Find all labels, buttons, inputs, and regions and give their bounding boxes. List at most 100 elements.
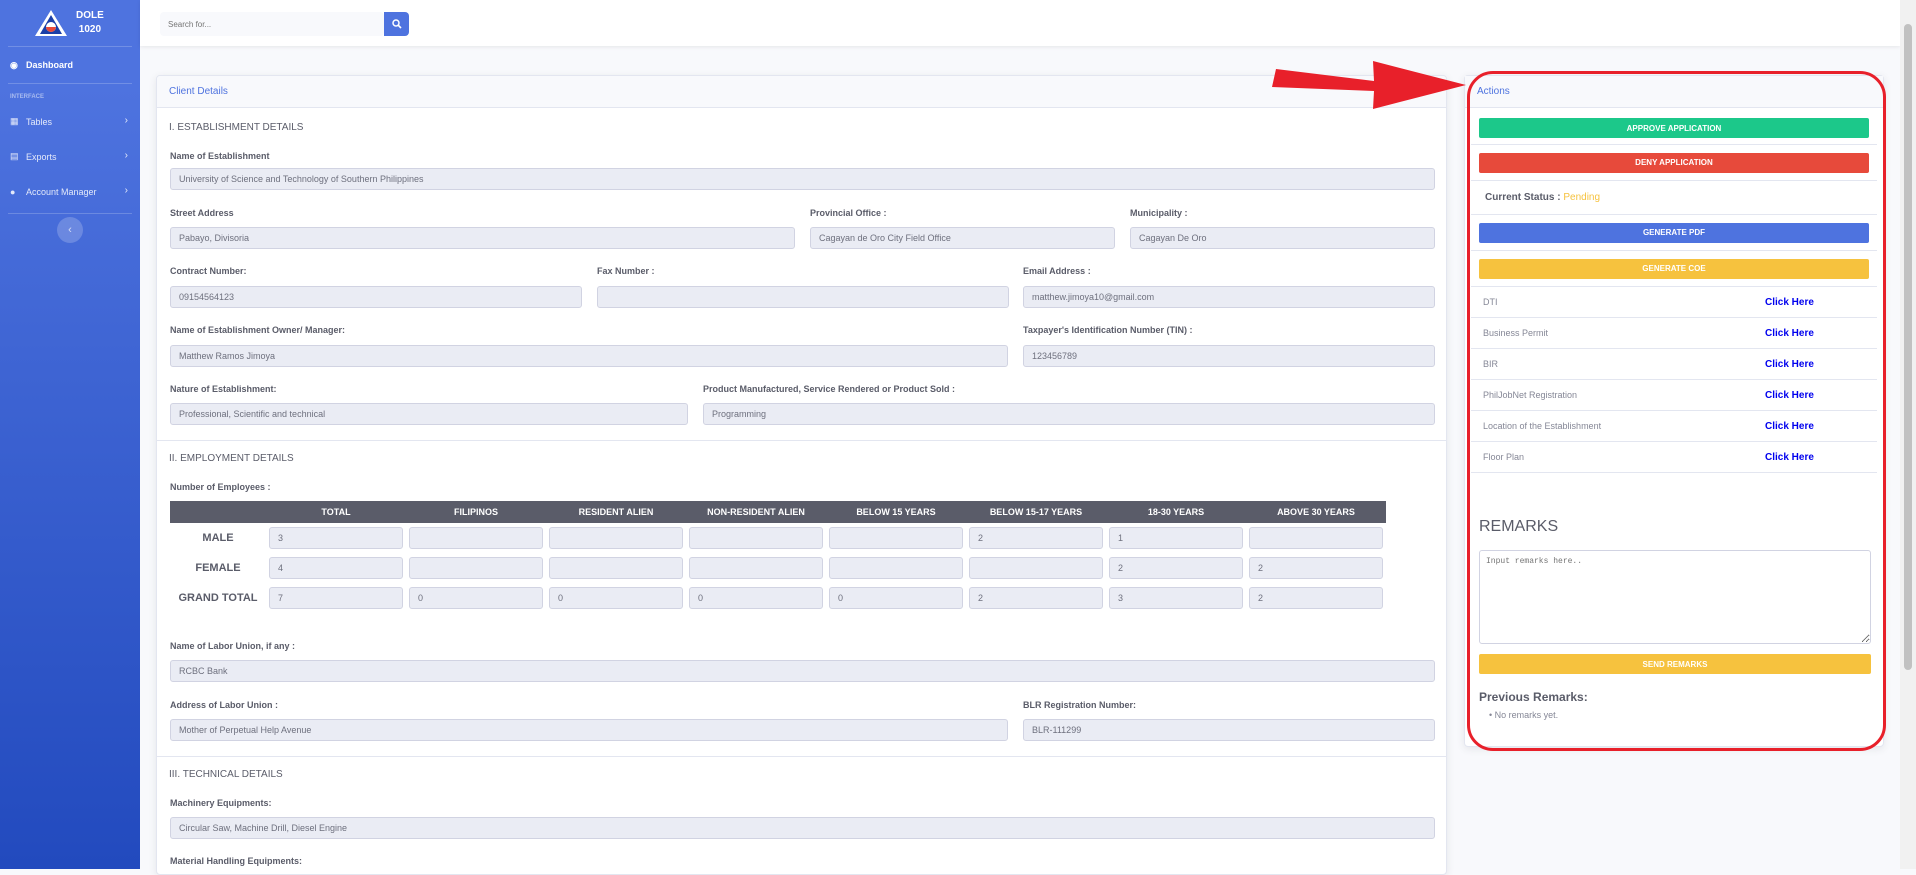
document-link[interactable]: Click Here bbox=[1765, 328, 1814, 339]
document-link[interactable]: Click Here bbox=[1765, 297, 1814, 308]
send-remarks-button[interactable]: SEND REMARKS bbox=[1479, 654, 1871, 674]
divider bbox=[157, 440, 1446, 441]
dole-logo-icon bbox=[35, 10, 67, 36]
previous-remarks-title: Previous Remarks: bbox=[1479, 690, 1588, 704]
fax-number-field[interactable] bbox=[597, 286, 1009, 308]
table-cell-input[interactable]: 2 bbox=[1109, 557, 1243, 579]
email-field[interactable]: matthew.jimoya10@gmail.com bbox=[1023, 286, 1435, 308]
search-button[interactable] bbox=[384, 12, 409, 36]
table-cell-input[interactable] bbox=[549, 527, 683, 549]
document-label: Location of the Establishment bbox=[1483, 421, 1602, 431]
municipality-field[interactable]: Cagayan De Oro bbox=[1130, 227, 1435, 249]
generate-pdf-button[interactable]: GENERATE PDF bbox=[1479, 222, 1869, 243]
action-row: DENY APPLICATION bbox=[1471, 145, 1877, 181]
table-header bbox=[170, 501, 266, 523]
list-item: Business Permit Click Here bbox=[1471, 318, 1877, 349]
machinery-field[interactable]: Circular Saw, Machine Drill, Diesel Engi… bbox=[170, 817, 1435, 839]
list-item: Location of the Establishment Click Here bbox=[1471, 411, 1877, 442]
table-cell-input[interactable] bbox=[689, 527, 823, 549]
blr-number-field[interactable]: BLR-111299 bbox=[1023, 719, 1435, 741]
action-row: GENERATE COE bbox=[1471, 251, 1877, 287]
list-item: BIR Click Here bbox=[1471, 349, 1877, 380]
field-label: Nature of Establishment: bbox=[170, 384, 277, 394]
table-cell-input[interactable]: 3 bbox=[1109, 587, 1243, 609]
table-cell-input[interactable]: 1 bbox=[1109, 527, 1243, 549]
table-icon: ▦ bbox=[10, 116, 19, 126]
table-header: NON-RESIDENT ALIEN bbox=[686, 501, 826, 523]
field-label: Name of Establishment Owner/ Manager: bbox=[170, 325, 346, 335]
field-label: Material Handling Equipments: bbox=[170, 856, 303, 866]
document-link[interactable]: Click Here bbox=[1765, 452, 1814, 463]
table-cell-input[interactable]: 2 bbox=[969, 527, 1103, 549]
street-address-field[interactable]: Pabayo, Divisoria bbox=[170, 227, 795, 249]
nature-field[interactable]: Professional, Scientific and technical bbox=[170, 403, 688, 425]
sidebar-item-account-manager[interactable]: ● Account Manager › bbox=[0, 174, 140, 209]
sidebar-item-dashboard[interactable]: ◉ Dashboard bbox=[0, 47, 140, 83]
field-label: Number of Employees : bbox=[170, 482, 271, 492]
table-cell-input[interactable] bbox=[409, 527, 543, 549]
table-row: GRAND TOTAL 7 0 0 0 0 2 3 2 bbox=[170, 583, 1386, 613]
table-cell-input[interactable] bbox=[829, 557, 963, 579]
row-label: FEMALE bbox=[195, 562, 241, 574]
document-link[interactable]: Click Here bbox=[1765, 359, 1814, 370]
sidebar-item-label: Dashboard bbox=[26, 60, 74, 70]
table-cell-input[interactable]: 2 bbox=[1249, 587, 1383, 609]
approve-application-button[interactable]: APPROVE APPLICATION bbox=[1479, 118, 1869, 138]
establishment-name-field[interactable]: University of Science and Technology of … bbox=[170, 168, 1435, 190]
search-icon bbox=[391, 19, 402, 29]
tin-field[interactable]: 123456789 bbox=[1023, 345, 1435, 367]
product-field[interactable]: Programming bbox=[703, 403, 1435, 425]
actions-card: Actions APPROVE APPLICATION DENY APPLICA… bbox=[1464, 75, 1884, 747]
table-cell-input[interactable]: 0 bbox=[689, 587, 823, 609]
table-cell-input[interactable] bbox=[829, 527, 963, 549]
table-cell-input[interactable]: 0 bbox=[409, 587, 543, 609]
table-cell-input[interactable]: 4 bbox=[269, 557, 403, 579]
table-cell-input[interactable]: 7 bbox=[269, 587, 403, 609]
labor-union-field[interactable]: RCBC Bank bbox=[170, 660, 1435, 682]
page-scrollbar[interactable] bbox=[1900, 0, 1916, 869]
document-link[interactable]: Click Here bbox=[1765, 390, 1814, 401]
document-label: PhilJobNet Registration bbox=[1483, 390, 1578, 400]
table-cell-input[interactable]: 0 bbox=[549, 587, 683, 609]
table-row: MALE 3 2 1 bbox=[170, 523, 1386, 553]
document-label: DTI bbox=[1483, 297, 1498, 307]
sidebar-item-label: Exports bbox=[26, 151, 57, 162]
document-link[interactable]: Click Here bbox=[1765, 421, 1814, 432]
divider bbox=[157, 756, 1446, 757]
deny-application-button[interactable]: DENY APPLICATION bbox=[1479, 152, 1869, 173]
table-cell-input[interactable]: 0 bbox=[829, 587, 963, 609]
generate-coe-button[interactable]: GENERATE COE bbox=[1479, 258, 1869, 279]
field-label: Email Address : bbox=[1023, 266, 1091, 276]
remarks-textarea[interactable] bbox=[1479, 550, 1871, 644]
union-address-field[interactable]: Mother of Perpetual Help Avenue bbox=[170, 719, 1008, 741]
dashboard-icon: ◉ bbox=[10, 59, 18, 70]
status-label: Current Status : bbox=[1485, 192, 1561, 203]
sidebar-brand[interactable]: DOLE 1020 bbox=[0, 0, 140, 46]
table-cell-input[interactable]: 2 bbox=[969, 587, 1103, 609]
table-cell-input[interactable] bbox=[969, 557, 1103, 579]
sidebar-item-tables[interactable]: ▦ Tables › bbox=[0, 104, 140, 139]
field-label: Product Manufactured, Service Rendered o… bbox=[703, 384, 956, 394]
export-icon: ▤ bbox=[10, 151, 19, 161]
employment-table: TOTAL FILIPINOS RESIDENT ALIEN NON-RESID… bbox=[170, 501, 1386, 613]
table-cell-input[interactable] bbox=[1249, 527, 1383, 549]
table-cell-input[interactable] bbox=[549, 557, 683, 579]
scrollbar-thumb[interactable] bbox=[1904, 24, 1912, 670]
contract-number-field[interactable]: 09154564123 bbox=[170, 286, 582, 308]
table-cell-input[interactable] bbox=[409, 557, 543, 579]
previous-remarks-empty: • No remarks yet. bbox=[1489, 710, 1559, 720]
table-cell-input[interactable] bbox=[689, 557, 823, 579]
table-cell-input[interactable]: 2 bbox=[1249, 557, 1383, 579]
provincial-office-field[interactable]: Cagayan de Oro City Field Office bbox=[810, 227, 1115, 249]
sidebar-toggle-button[interactable]: ‹ bbox=[57, 217, 83, 243]
list-item: PhilJobNet Registration Click Here bbox=[1471, 380, 1877, 411]
chevron-left-icon: ‹ bbox=[68, 224, 72, 236]
owner-field[interactable]: Matthew Ramos Jimoya bbox=[170, 345, 1008, 367]
sidebar-item-label: Account Manager bbox=[26, 186, 97, 197]
table-cell-input[interactable]: 3 bbox=[269, 527, 403, 549]
chevron-right-icon: › bbox=[124, 115, 128, 126]
field-label: Fax Number : bbox=[597, 266, 655, 276]
search-input[interactable] bbox=[160, 12, 384, 36]
table-header: 18-30 YEARS bbox=[1106, 501, 1246, 523]
sidebar-item-exports[interactable]: ▤ Exports › bbox=[0, 139, 140, 174]
